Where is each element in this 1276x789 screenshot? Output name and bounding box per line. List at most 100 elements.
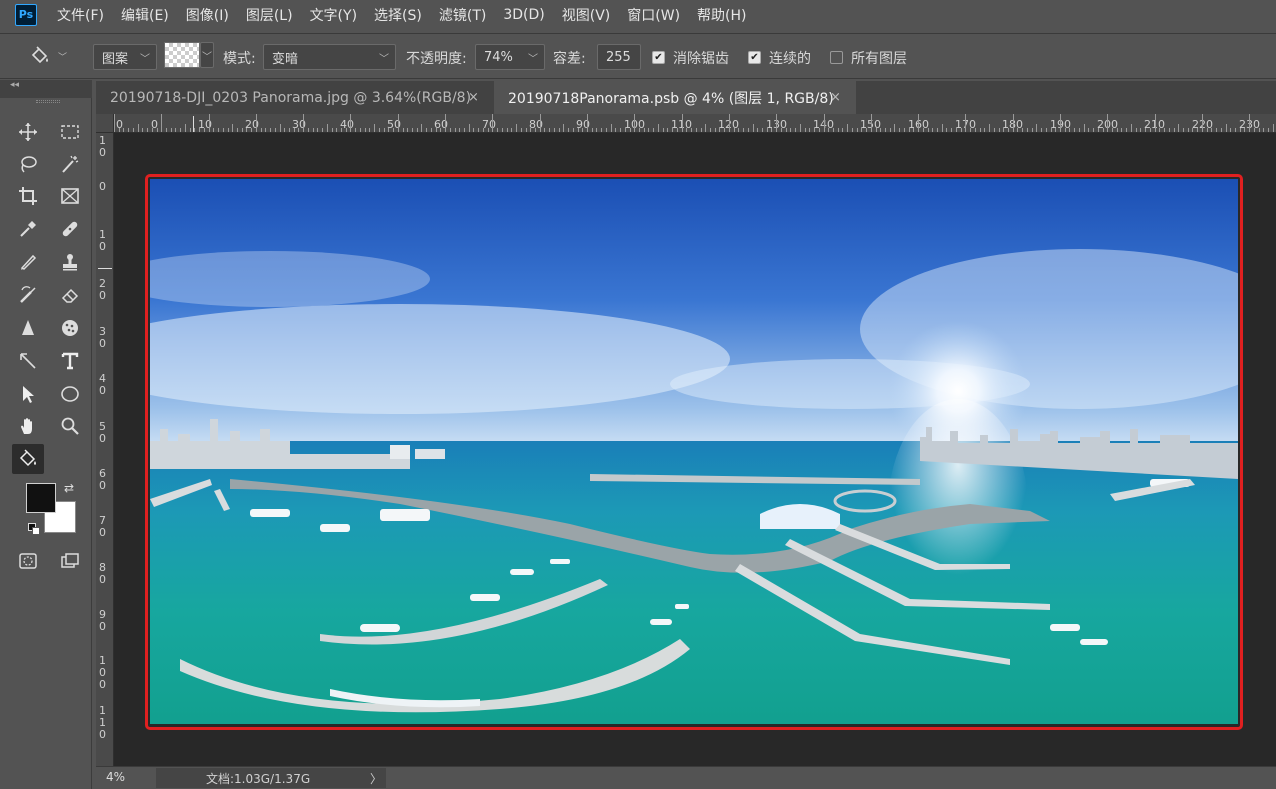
screen-mode-button[interactable] xyxy=(56,548,84,574)
toolbox-collapse-bar[interactable]: ◂◂ xyxy=(0,80,92,98)
zoom-tool[interactable] xyxy=(56,413,84,439)
type-tool[interactable] xyxy=(56,348,84,374)
menu-help[interactable]: 帮助(H) xyxy=(697,5,746,25)
ruler-origin[interactable] xyxy=(96,114,114,133)
history-brush-tool[interactable] xyxy=(14,282,42,308)
chevron-down-icon: ﹀ xyxy=(528,54,538,65)
pattern-picker-button[interactable]: ﹀ xyxy=(200,42,214,68)
menu-edit[interactable]: 编辑(E) xyxy=(121,5,169,25)
menu-type[interactable]: 文字(Y) xyxy=(310,5,357,25)
ruler-tick xyxy=(965,114,966,132)
ruler-tick xyxy=(691,128,692,132)
ruler-tick xyxy=(1022,128,1023,132)
tolerance-input[interactable]: 255 xyxy=(597,44,641,70)
ruler-tick xyxy=(582,128,583,132)
ruler-tick xyxy=(880,128,881,132)
ruler-tick xyxy=(152,128,153,132)
menu-filter[interactable]: 滤镜(T) xyxy=(439,5,486,25)
ruler-tick-label: 8 0 xyxy=(99,561,106,586)
tab-dji-panorama-jpg[interactable]: 20190718-DJI_0203 Panorama.jpg @ 3.64%(R… xyxy=(96,81,494,114)
close-icon[interactable]: × xyxy=(830,90,841,105)
ruler-cursor-marker xyxy=(98,268,112,269)
path-selection-tool[interactable] xyxy=(14,381,42,407)
panorama-artwork xyxy=(150,179,1238,724)
contiguous-checkbox[interactable]: ✔ xyxy=(748,51,761,64)
healing-brush-tool[interactable] xyxy=(56,216,84,242)
menu-layer[interactable]: 图层(L) xyxy=(246,5,293,25)
eraser-tool[interactable] xyxy=(56,282,84,308)
menu-window[interactable]: 窗口(W) xyxy=(627,5,680,25)
ruler-tick xyxy=(261,128,262,132)
ruler-tick-label: 1 1 0 xyxy=(99,704,106,741)
menu-3d[interactable]: 3D(D) xyxy=(503,7,544,23)
ruler-tick xyxy=(199,128,200,132)
ruler-tick xyxy=(123,128,124,132)
magic-wand-tool[interactable] xyxy=(56,151,84,177)
ruler-tick xyxy=(516,124,517,132)
blur-tool[interactable] xyxy=(14,315,42,341)
ruler-tick xyxy=(1216,128,1217,132)
menu-file[interactable]: 文件(F) xyxy=(57,5,104,25)
ruler-tick xyxy=(360,128,361,132)
brush-tool[interactable] xyxy=(14,249,42,275)
ruler-tick xyxy=(426,128,427,132)
menu-view[interactable]: 视图(V) xyxy=(562,5,611,25)
ruler-tick xyxy=(521,128,522,132)
ruler-tick xyxy=(322,128,323,132)
ellipse-tool[interactable] xyxy=(56,381,84,407)
ruler-tick xyxy=(918,114,919,132)
ruler-tick xyxy=(1259,128,1260,132)
ruler-tick xyxy=(445,114,446,132)
horizontal-ruler[interactable]: 0 0 10 20 30 40 50 60 70 80 90 100 110 1… xyxy=(114,114,1276,133)
ruler-tick xyxy=(1088,128,1089,132)
opacity-input[interactable]: 74% ﹀ xyxy=(475,44,545,70)
toolbox-grip[interactable] xyxy=(36,100,60,103)
ruler-tick xyxy=(1103,128,1104,132)
foreground-color-swatch[interactable] xyxy=(26,483,56,513)
panorama-image[interactable] xyxy=(150,179,1238,724)
chevron-down-icon: ﹀ xyxy=(58,52,68,63)
ruler-tick xyxy=(1202,114,1203,132)
ruler-tick xyxy=(814,128,815,132)
chevron-right-icon[interactable]: 〉 xyxy=(370,770,382,787)
ruler-tick xyxy=(412,128,413,132)
blend-mode-select[interactable]: 变暗 ﹀ xyxy=(263,44,396,70)
tab-panorama-psb[interactable]: 20190718Panorama.psb @ 4% (图层 1, RGB/8) … xyxy=(494,81,856,114)
paint-bucket-tool[interactable] xyxy=(12,444,44,474)
ruler-tick xyxy=(715,128,716,132)
fill-source-select[interactable]: 图案 ﹀ xyxy=(93,44,157,70)
frame-tool[interactable] xyxy=(56,183,84,209)
ruler-tick xyxy=(805,128,806,132)
ruler-tick xyxy=(1069,128,1070,132)
ruler-tick xyxy=(800,124,801,132)
ruler-tick xyxy=(403,128,404,132)
ruler-tick xyxy=(937,128,938,132)
ruler-tick xyxy=(1155,114,1156,132)
ruler-tick xyxy=(175,128,176,132)
close-icon[interactable]: × xyxy=(468,90,479,105)
antialias-checkbox[interactable]: ✔ xyxy=(652,51,665,64)
crop-tool[interactable] xyxy=(14,183,42,209)
move-tool[interactable] xyxy=(14,119,42,145)
canvas-workspace[interactable] xyxy=(114,133,1276,766)
ruler-tick xyxy=(729,114,730,132)
document-info[interactable]: 文档:1.03G/1.37G xyxy=(156,768,386,788)
vertical-ruler[interactable]: 1 0 0 1 0 2 0 3 0 4 0 5 0 6 0 7 0 8 0 9 … xyxy=(96,133,114,766)
zoom-level-field[interactable]: 4% xyxy=(106,770,125,784)
ruler-tick xyxy=(980,128,981,132)
swap-colors-icon[interactable]: ⇄ xyxy=(64,481,74,495)
marquee-tool[interactable] xyxy=(56,119,84,145)
menu-image[interactable]: 图像(I) xyxy=(186,5,229,25)
all-layers-checkbox[interactable] xyxy=(830,51,843,64)
clone-stamp-tool[interactable] xyxy=(56,249,84,275)
pattern-swatch[interactable] xyxy=(164,42,200,68)
eyedropper-tool[interactable] xyxy=(14,216,42,242)
sponge-tool[interactable] xyxy=(56,315,84,341)
tool-preset-picker[interactable]: ﹀ xyxy=(28,44,67,68)
lasso-tool[interactable] xyxy=(14,151,42,177)
pen-tool[interactable] xyxy=(14,348,42,374)
menu-select[interactable]: 选择(S) xyxy=(374,5,422,25)
quick-mask-button[interactable] xyxy=(14,548,42,574)
hand-tool[interactable] xyxy=(14,413,42,439)
default-colors-icon[interactable] xyxy=(28,523,40,535)
